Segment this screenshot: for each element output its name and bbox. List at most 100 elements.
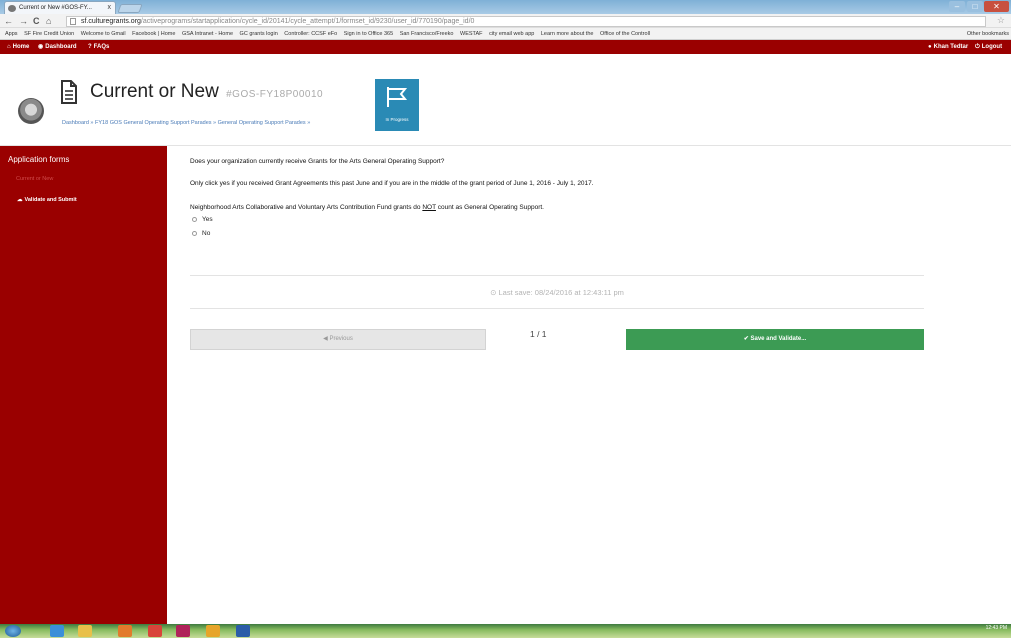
note-2-not: NOT bbox=[422, 204, 436, 211]
nav-user-label: Khan Tedtar bbox=[933, 44, 969, 50]
home-icon[interactable]: ⌂ bbox=[46, 15, 51, 27]
radio-no[interactable] bbox=[192, 230, 197, 236]
power-icon: ⏻ bbox=[975, 44, 980, 50]
option-no[interactable]: No bbox=[192, 230, 210, 237]
bookmark-star-icon[interactable]: ☆ bbox=[997, 15, 1005, 26]
browser-tabstrip: Current or New #GOS-FY... x – □ ✕ bbox=[0, 0, 1011, 14]
folder-taskbar-icon[interactable] bbox=[78, 625, 92, 637]
check-icon: ✔ bbox=[743, 336, 749, 342]
previous-button[interactable]: ◀ Previous bbox=[190, 329, 486, 350]
radio-yes[interactable] bbox=[192, 216, 197, 222]
nav-logout-label: Logout bbox=[981, 44, 1003, 50]
new-tab-button[interactable] bbox=[117, 4, 143, 13]
nav-faqs[interactable]: ? FAQs bbox=[88, 40, 109, 54]
previous-label: Previous bbox=[329, 336, 353, 342]
bookmark-item[interactable]: Learn more about the bbox=[541, 28, 594, 39]
browser-tab[interactable]: Current or New #GOS-FY... x bbox=[4, 1, 116, 14]
divider bbox=[190, 275, 924, 276]
url-host: sf.culturegrants.org bbox=[81, 18, 141, 25]
back-icon[interactable]: ← bbox=[4, 15, 13, 27]
bookmark-item[interactable]: SF Fire Credit Union bbox=[24, 28, 74, 39]
nav-user[interactable]: ● Khan Tedtar bbox=[928, 40, 968, 54]
nav-dashboard-label: Dashboard bbox=[45, 44, 77, 50]
favicon-icon bbox=[8, 5, 16, 12]
last-save-status: ⊙ Last save: 08/24/2016 at 12:43:11 pm bbox=[190, 288, 924, 297]
bookmark-item[interactable]: Welcome to Gmail bbox=[81, 28, 126, 39]
window-minimize-button[interactable]: – bbox=[949, 1, 965, 12]
sidebar-item-current-or-new[interactable]: Current or New bbox=[16, 176, 53, 182]
option-no-label: No bbox=[202, 230, 211, 237]
sidebar-item-validate-label: Validate and Submit bbox=[24, 197, 77, 203]
dashboard-icon: ◉ bbox=[38, 44, 44, 50]
bookmark-item[interactable]: city email web app bbox=[489, 28, 534, 39]
cloud-upload-icon: ☁ bbox=[17, 197, 23, 203]
windows-taskbar: 12:43 PM bbox=[0, 624, 1011, 638]
window-maximize-button[interactable]: □ bbox=[967, 1, 983, 12]
note-2-part-b: count as General Operating Support. bbox=[435, 204, 544, 211]
taskbar-clock: 12:43 PM bbox=[985, 625, 1007, 631]
option-yes[interactable]: Yes bbox=[192, 216, 213, 223]
page-indicator: 1 / 1 bbox=[530, 329, 547, 339]
flag-icon bbox=[387, 87, 408, 107]
note-2-part-a: Neighborhood Arts Collaborative and Volu… bbox=[190, 204, 423, 211]
page-title-text: Current or New bbox=[90, 81, 219, 102]
save-and-validate-button[interactable]: ✔ Save and Validate... bbox=[626, 329, 924, 350]
bookmark-item[interactable]: Apps bbox=[5, 28, 18, 39]
main-content: Does your organization currently receive… bbox=[167, 146, 1011, 624]
tab-close-icon[interactable]: x bbox=[108, 4, 112, 11]
media-taskbar-icon[interactable] bbox=[118, 625, 132, 637]
window-close-button[interactable]: ✕ bbox=[984, 1, 1009, 12]
user-icon: ● bbox=[928, 44, 932, 50]
sidebar: Application forms Current or New ☁ Valida… bbox=[0, 146, 167, 624]
previous-icon: ◀ bbox=[323, 336, 328, 342]
status-label: In Progress bbox=[385, 117, 409, 122]
screen: { "browser": { "tab_title": "Current or … bbox=[0, 0, 1011, 638]
divider bbox=[190, 308, 924, 309]
sidebar-item-validate[interactable]: ☁ Validate and Submit bbox=[17, 197, 77, 203]
status-badge: In Progress bbox=[375, 79, 419, 131]
page-header: Current or New #GOS-FY18P00010 Dashboard… bbox=[0, 54, 1011, 146]
application-code: #GOS-FY18P00010 bbox=[226, 89, 324, 100]
home-icon: ⌂ bbox=[7, 44, 11, 50]
word-taskbar-icon[interactable] bbox=[236, 625, 250, 637]
save-label: Save and Validate... bbox=[750, 336, 807, 342]
page-title: Current or New #GOS-FY18P00010 bbox=[90, 81, 323, 103]
nav-home[interactable]: ⌂ Home bbox=[7, 40, 29, 54]
question-text: Does your organization currently receive… bbox=[190, 158, 445, 165]
option-yes-label: Yes bbox=[202, 216, 213, 223]
document-icon bbox=[61, 80, 77, 104]
browser-toolbar: ← → C ⌂ sf.culturegrants.org/activeprogr… bbox=[0, 14, 1011, 28]
breadcrumb[interactable]: Dashboard » FY18 GOS General Operating S… bbox=[62, 120, 310, 126]
tab-title: Current or New #GOS-FY... bbox=[19, 5, 92, 11]
nav-logout[interactable]: ⏻ Logout bbox=[975, 40, 1002, 54]
address-bar[interactable]: sf.culturegrants.org/activeprograms/star… bbox=[66, 16, 986, 27]
nav-dashboard[interactable]: ◉ Dashboard bbox=[38, 40, 77, 54]
bookmark-item[interactable]: San Francisco/Freeko bbox=[400, 28, 454, 39]
outlook-taskbar-icon[interactable] bbox=[206, 625, 220, 637]
forward-icon[interactable]: → bbox=[19, 15, 28, 27]
bookmark-item[interactable]: GC grants login bbox=[240, 28, 278, 39]
start-button[interactable] bbox=[5, 625, 21, 637]
chrome-taskbar-icon[interactable] bbox=[148, 625, 162, 637]
nav-home-label: Home bbox=[12, 44, 30, 50]
bookmark-item[interactable]: GSA Intranet - Home bbox=[182, 28, 233, 39]
acrobat-taskbar-icon[interactable] bbox=[176, 625, 190, 637]
bookmark-item[interactable]: Controller: CCSF eFo bbox=[284, 28, 337, 39]
reload-icon[interactable]: C bbox=[33, 15, 40, 27]
other-bookmarks[interactable]: Other bookmarks bbox=[962, 28, 1009, 39]
bookmarks-bar: Apps SF Fire Credit Union Welcome to Gma… bbox=[0, 28, 1011, 40]
bookmark-item[interactable]: Facebook | Home bbox=[132, 28, 175, 39]
url-path: /activeprograms/startapplication/cycle_i… bbox=[140, 18, 475, 25]
nav-faqs-label: FAQs bbox=[93, 44, 110, 50]
bookmark-item[interactable]: Sign in to Office 365 bbox=[344, 28, 393, 39]
help-icon: ? bbox=[88, 44, 92, 50]
clock-icon: ⊙ bbox=[490, 288, 497, 297]
note-text-1: Only click yes if you received Grant Agr… bbox=[190, 180, 594, 187]
sidebar-heading: Application forms bbox=[8, 155, 70, 164]
page-icon bbox=[70, 18, 76, 25]
ie-taskbar-icon[interactable] bbox=[50, 625, 64, 637]
last-save-text: Last save: 08/24/2016 at 12:43:11 pm bbox=[498, 288, 624, 297]
city-seal-logo bbox=[18, 98, 44, 124]
bookmark-item[interactable]: Office of the Controll bbox=[600, 28, 650, 39]
bookmark-item[interactable]: WESTAF bbox=[460, 28, 483, 39]
